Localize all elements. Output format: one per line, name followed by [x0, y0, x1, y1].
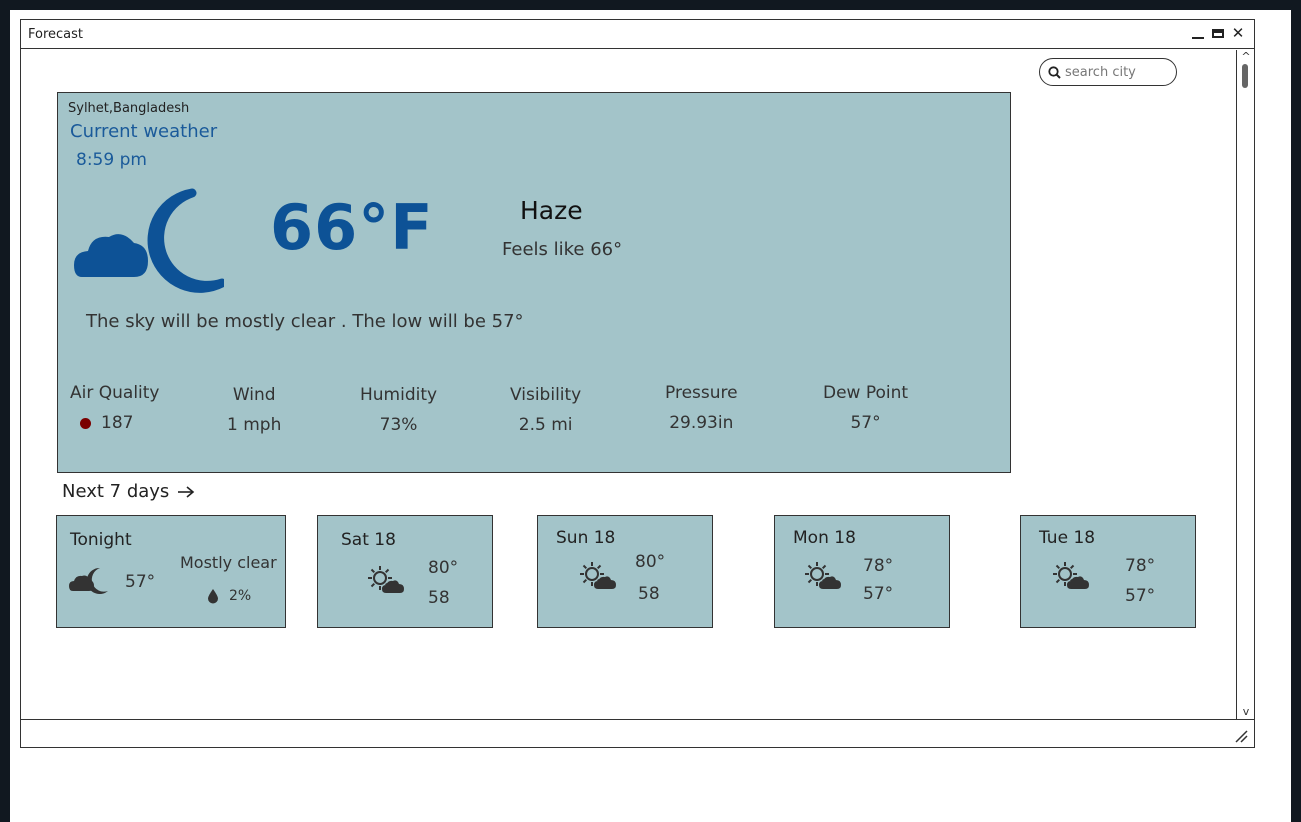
metric-value-row: 187: [70, 413, 160, 433]
minimize-icon: [1192, 37, 1204, 39]
raindrop-icon: [208, 589, 218, 604]
cloud-moon-icon: [74, 188, 224, 293]
metric-value: 29.93in: [669, 413, 734, 433]
day-name: Sat 18: [341, 530, 396, 550]
day-high-temp: 78°: [863, 556, 894, 576]
scroll-down-icon[interactable]: v: [1237, 705, 1255, 719]
metric-air-quality: Air Quality 187: [70, 383, 160, 433]
sun-cloud-icon: [368, 566, 404, 593]
day-high-temp: 80°: [635, 552, 666, 572]
metric-label: Visibility: [510, 385, 582, 405]
forecast-day-card[interactable]: Tonight 57° Mostly clear 2%: [56, 515, 286, 628]
metric-pressure: Pressure 29.93in: [665, 383, 738, 433]
maximize-icon: [1212, 28, 1224, 38]
forecast-day-card[interactable]: Sun 18 80° 58: [537, 515, 713, 628]
sun-cloud-icon: [805, 562, 841, 589]
scroll-thumb[interactable]: [1242, 64, 1248, 88]
current-time: 8:59 pm: [76, 150, 147, 170]
day-low-temp: 57°: [1125, 586, 1156, 606]
forecast-day-card[interactable]: Tue 18 78° 57°: [1020, 515, 1196, 628]
precipitation-info: 2%: [207, 588, 251, 604]
day-temperature: 57°: [125, 572, 156, 592]
cloud-moon-icon: [69, 567, 108, 594]
metric-value: 73%: [379, 415, 418, 435]
resize-grip-icon[interactable]: [1234, 729, 1248, 743]
metric-label: Air Quality: [70, 383, 160, 403]
metric-value: 2.5 mi: [518, 415, 573, 435]
metric-value: 1 mph: [227, 415, 282, 435]
feels-like-label: Feels like 66°: [502, 239, 623, 260]
metric-visibility: Visibility 2.5 mi: [510, 385, 581, 435]
day-low-temp: 58: [428, 588, 450, 608]
metric-wind: Wind 1 mph: [227, 385, 281, 435]
day-high-temp: 80°: [428, 558, 459, 578]
close-button[interactable]: ✕: [1230, 24, 1246, 42]
maximize-button[interactable]: [1210, 24, 1226, 42]
close-icon: ✕: [1231, 24, 1245, 42]
metric-label: Wind: [232, 385, 276, 405]
metric-value: 57°: [850, 413, 881, 433]
day-name: Mon 18: [793, 528, 856, 548]
day-low-temp: 57°: [863, 584, 894, 604]
day-high-temp: 78°: [1125, 556, 1156, 576]
arrow-right-icon: [178, 485, 195, 498]
day-low-temp: 58: [638, 584, 660, 604]
day-name: Tonight: [70, 530, 132, 550]
precipitation-value: 2%: [229, 588, 252, 604]
search-input[interactable]: [1065, 64, 1165, 80]
current-weather-heading: Current weather: [70, 121, 218, 142]
metric-label: Pressure: [665, 383, 738, 403]
day-name: Sun 18: [556, 528, 616, 548]
day-name: Tue 18: [1039, 528, 1096, 548]
title-bar: Forecast ✕: [21, 20, 1254, 49]
minimize-button[interactable]: [1190, 24, 1206, 42]
metric-value: 187: [101, 413, 134, 433]
app-window: Forecast ✕ Sylhet,Bangladesh Current wea…: [20, 19, 1255, 748]
day-description: Mostly clear: [180, 553, 277, 572]
location-label: Sylhet,Bangladesh: [68, 101, 190, 116]
vertical-scrollbar[interactable]: ^ v: [1236, 50, 1254, 719]
next-7-days-label: Next 7 days: [62, 481, 170, 502]
window-controls: ✕: [1190, 24, 1246, 42]
status-bar: [21, 719, 1254, 747]
sun-cloud-icon: [580, 562, 616, 589]
metric-label: Humidity: [360, 385, 438, 405]
current-weather-card: Sylhet,Bangladesh Current weather 8:59 p…: [57, 92, 1011, 473]
next-7-days-link[interactable]: Next 7 days: [62, 481, 195, 502]
search-box[interactable]: [1039, 58, 1177, 86]
weather-summary: The sky will be mostly clear . The low w…: [86, 311, 524, 332]
sun-cloud-icon: [1053, 562, 1089, 589]
main-content: Sylhet,Bangladesh Current weather 8:59 p…: [21, 50, 1236, 719]
scroll-up-icon[interactable]: ^: [1237, 50, 1255, 64]
forecast-day-card[interactable]: Sat 18 80° 58: [317, 515, 493, 628]
air-quality-indicator: [80, 417, 91, 429]
metric-label: Dew Point: [823, 383, 909, 403]
window-title: Forecast: [28, 27, 84, 42]
current-temperature: 66°F: [270, 191, 434, 264]
condition-label: Haze: [520, 196, 583, 225]
forecast-day-card[interactable]: Mon 18 78° 57°: [774, 515, 950, 628]
search-icon: [1048, 65, 1061, 79]
metric-dew-point: Dew Point 57°: [823, 383, 908, 433]
metric-humidity: Humidity 73%: [360, 385, 437, 435]
